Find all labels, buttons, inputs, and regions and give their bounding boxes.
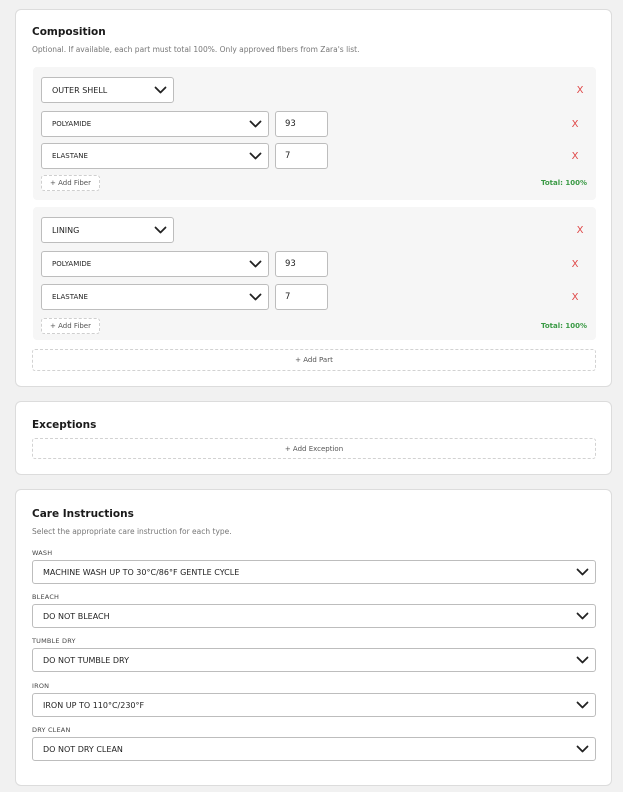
chevron-down-icon [576,745,589,753]
part-total-status: Total: 100% [541,179,587,187]
fiber-percent-input[interactable]: 7 [275,284,328,310]
chevron-down-icon [249,293,262,301]
chevron-down-icon [576,568,589,576]
care-select-value: DO NOT DRY CLEAN [43,744,123,754]
fiber-percent-input[interactable]: 93 [275,111,328,137]
add-fiber-button[interactable]: + Add Fiber [41,175,100,191]
part-select[interactable]: OUTER SHELL [41,77,174,103]
composition-card: Composition Optional. If available, each… [15,9,612,387]
care-label-wash: WASH [32,549,53,557]
part-select-value: LINING [52,225,80,235]
remove-fiber-button[interactable]: X [569,292,581,303]
remove-fiber-button[interactable]: X [569,151,581,162]
care-label-dry-clean: DRY CLEAN [32,726,71,734]
add-fiber-button[interactable]: + Add Fiber [41,318,100,334]
part-total-status: Total: 100% [541,322,587,330]
care-select-value: MACHINE WASH UP TO 30°C/86°F GENTLE CYCL… [43,567,240,577]
chevron-down-icon [154,226,167,234]
care-title: Care Instructions [32,508,134,520]
fiber-select[interactable]: POLYAMIDE [41,111,269,137]
care-select-value: DO NOT TUMBLE DRY [43,655,129,665]
care-instructions-card: Care Instructions Select the appropriate… [15,489,612,786]
care-select-dry-clean[interactable]: DO NOT DRY CLEAN [32,737,596,761]
add-exception-button[interactable]: + Add Exception [32,438,596,459]
remove-part-button[interactable]: X [574,85,586,96]
part-block-lining: LINING X POLYAMIDE 93 X ELASTANE 7 X + A… [33,207,596,340]
care-subtitle: Select the appropriate care instruction … [32,527,232,536]
remove-fiber-button[interactable]: X [569,119,581,130]
chevron-down-icon [249,152,262,160]
care-label-iron: IRON [32,682,50,690]
composition-subtitle: Optional. If available, each part must t… [32,45,360,54]
add-part-button[interactable]: + Add Part [32,349,596,371]
care-label-tumble-dry: TUMBLE DRY [32,637,76,645]
fiber-select-value: ELASTANE [52,152,88,160]
exceptions-card: Exceptions + Add Exception [15,401,612,475]
part-select-value: OUTER SHELL [52,85,108,95]
care-select-tumble-dry[interactable]: DO NOT TUMBLE DRY [32,648,596,672]
care-select-bleach[interactable]: DO NOT BLEACH [32,604,596,628]
chevron-down-icon [249,260,262,268]
fiber-percent-input[interactable]: 7 [275,143,328,169]
exceptions-title: Exceptions [32,419,97,431]
fiber-select[interactable]: POLYAMIDE [41,251,269,277]
remove-part-button[interactable]: X [574,225,586,236]
part-select[interactable]: LINING [41,217,174,243]
care-select-value: DO NOT BLEACH [43,611,110,621]
part-block-outer-shell: OUTER SHELL X POLYAMIDE 93 X ELASTANE 7 … [33,67,596,200]
chevron-down-icon [576,656,589,664]
chevron-down-icon [576,701,589,709]
care-select-value: IRON UP TO 110°C/230°F [43,700,145,710]
remove-fiber-button[interactable]: X [569,259,581,270]
fiber-select[interactable]: ELASTANE [41,284,269,310]
chevron-down-icon [249,120,262,128]
composition-title: Composition [32,26,106,38]
care-label-bleach: BLEACH [32,593,60,601]
chevron-down-icon [154,86,167,94]
fiber-percent-input[interactable]: 93 [275,251,328,277]
fiber-select-value: POLYAMIDE [52,120,92,128]
care-select-iron[interactable]: IRON UP TO 110°C/230°F [32,693,596,717]
fiber-select-value: ELASTANE [52,293,88,301]
fiber-select[interactable]: ELASTANE [41,143,269,169]
chevron-down-icon [576,612,589,620]
fiber-select-value: POLYAMIDE [52,260,92,268]
care-select-wash[interactable]: MACHINE WASH UP TO 30°C/86°F GENTLE CYCL… [32,560,596,584]
